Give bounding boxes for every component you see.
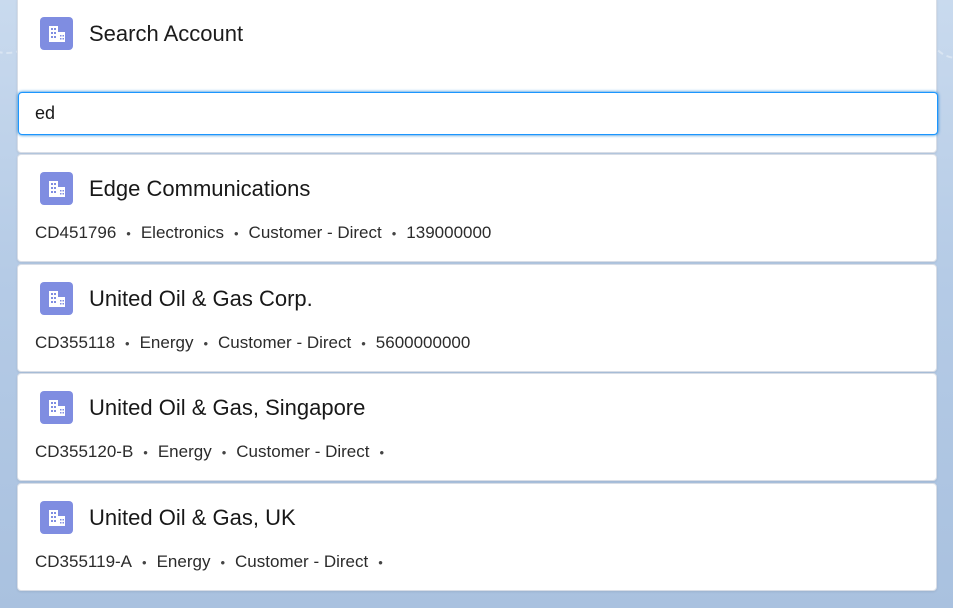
result-meta-field: Customer - Direct (218, 333, 352, 352)
account-building-icon (40, 282, 73, 315)
account-building-icon (40, 391, 73, 424)
result-item[interactable]: United Oil & Gas, UK CD355119-A • Energy • Cu… (17, 483, 937, 591)
result-name: Edge Communications (89, 175, 311, 201)
page-title: Search Account (89, 20, 244, 46)
result-meta-field: CD355119-A (35, 552, 133, 571)
separator-dot: • (391, 225, 397, 241)
separator-dot: • (125, 335, 130, 351)
result-item[interactable]: United Oil & Gas Corp. CD355118 • Energy • Cu… (17, 264, 937, 372)
separator-dot: • (143, 444, 148, 460)
result-meta-field: Customer - Direct (248, 223, 382, 242)
search-header: Search Account (40, 17, 243, 50)
result-name: United Oil & Gas, Singapore (89, 394, 366, 420)
result-title-row: United Oil & Gas Corp. (40, 282, 313, 315)
result-meta-field: CD355118 (35, 333, 116, 352)
result-meta-field: 139000000 (406, 223, 492, 242)
separator-dot: • (203, 335, 209, 351)
result-meta: CD355120-B • Energy • Customer - Direct • (35, 442, 394, 462)
result-meta-field: Customer - Direct (236, 442, 370, 461)
result-meta-field: Energy (156, 552, 211, 571)
account-building-icon (40, 501, 73, 534)
result-name: United Oil & Gas, UK (89, 504, 296, 530)
result-name: United Oil & Gas Corp. (89, 285, 313, 311)
result-meta-field: CD355120-B (35, 442, 134, 461)
result-meta: CD355118 • Energy • Customer - Direct • 560000… (35, 333, 470, 353)
result-title-row: United Oil & Gas, Singapore (40, 391, 365, 424)
result-item[interactable]: United Oil & Gas, Singapore CD355120-B • En… (17, 373, 937, 481)
account-building-icon (40, 17, 73, 50)
result-meta-field: Electronics (140, 223, 224, 242)
result-meta-field: CD451796 (35, 223, 117, 242)
search-panel: Search Account (17, 0, 938, 153)
separator-dot: • (220, 554, 226, 570)
separator-dot: • (361, 335, 366, 351)
separator-dot: • (126, 225, 131, 241)
separator-dot: • (233, 225, 239, 241)
separator-dot: • (378, 554, 383, 570)
result-item[interactable]: Edge Communications CD451796 • Electronics •… (17, 154, 937, 262)
result-meta-field: Energy (157, 442, 212, 461)
result-title-row: Edge Communications (40, 172, 310, 205)
result-meta-field: Energy (139, 333, 194, 352)
result-meta: CD355119-A • Energy • Customer - Direct • (35, 552, 393, 572)
result-title-row: United Oil & Gas, UK (40, 501, 296, 534)
search-input[interactable] (18, 92, 938, 135)
separator-dot: • (379, 444, 385, 460)
separator-dot: • (142, 554, 147, 570)
result-meta: CD451796 • Electronics • Customer - Direct • 1… (35, 223, 491, 243)
separator-dot: • (221, 444, 227, 460)
account-building-icon (40, 172, 73, 205)
result-meta-field: Customer - Direct (235, 552, 369, 571)
result-meta-field: 5600000000 (375, 333, 471, 352)
